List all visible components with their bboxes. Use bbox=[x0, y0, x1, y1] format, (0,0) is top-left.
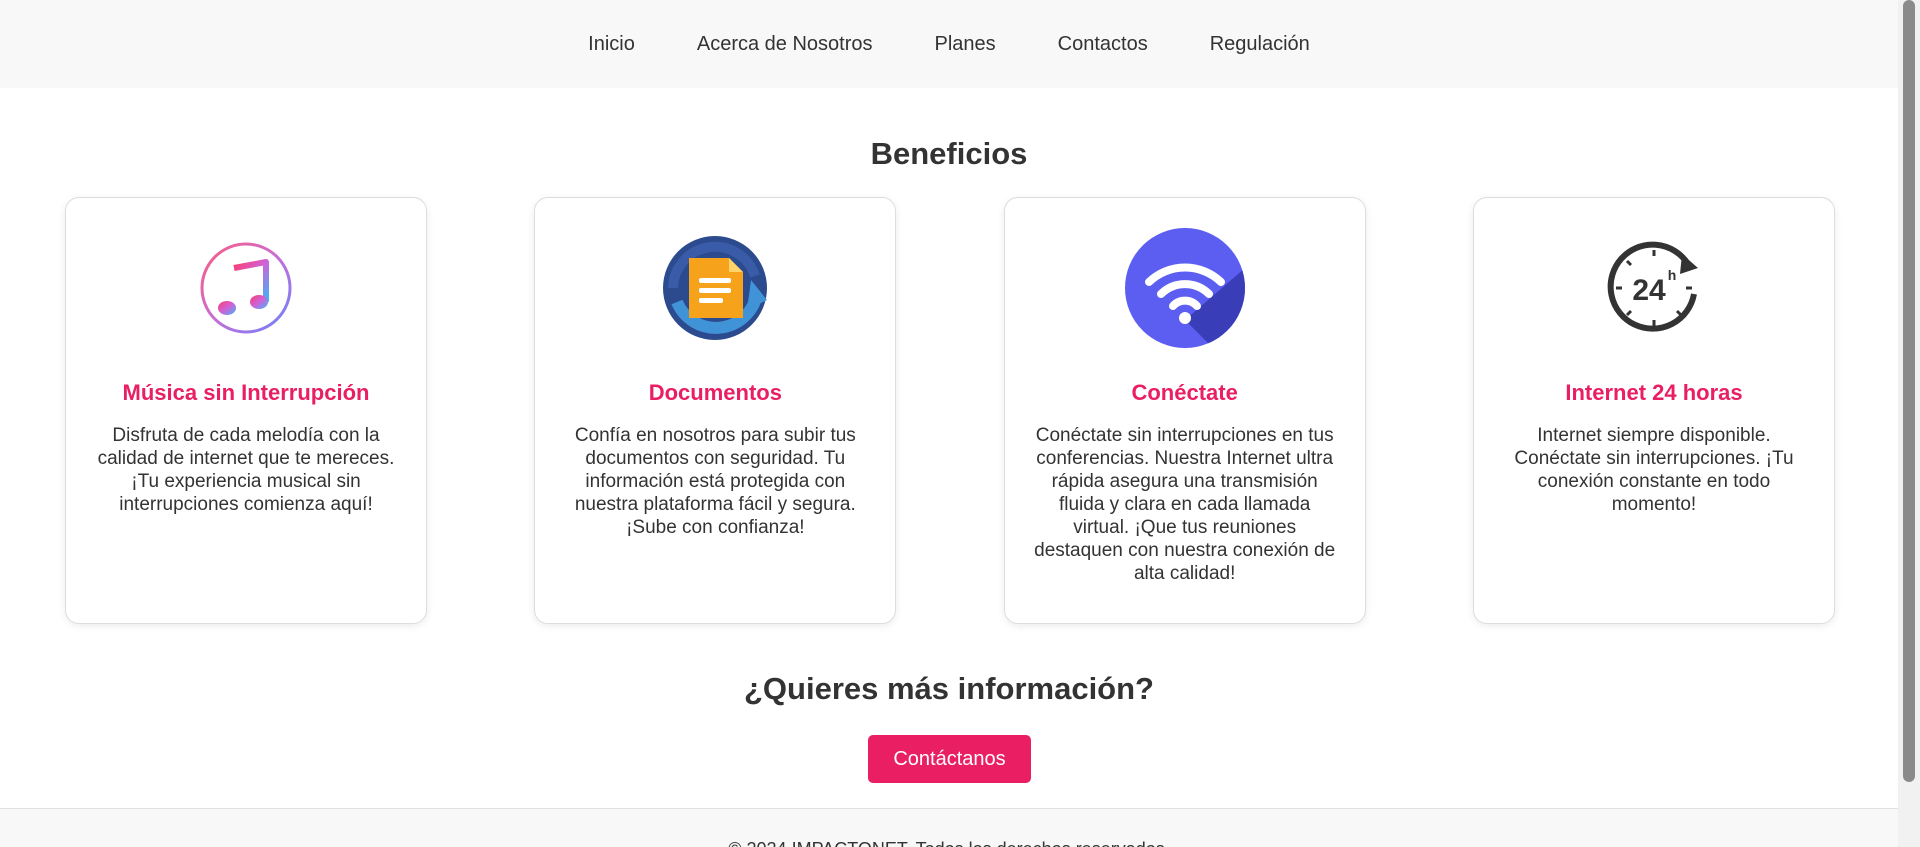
nav-item-inicio[interactable]: Inicio bbox=[588, 34, 635, 54]
nav-item-contactos[interactable]: Contactos bbox=[1058, 34, 1148, 54]
document-upload-icon bbox=[663, 236, 768, 340]
wifi-icon bbox=[1124, 228, 1245, 348]
clock-24-label: 24 bbox=[1632, 274, 1666, 307]
footer-copyright: © 2024 IMPACTONET. Todos los derechos re… bbox=[0, 839, 1898, 847]
benefits-cards: Música sin Interrupción Disfruta de cada… bbox=[65, 197, 1835, 624]
benefit-card-text: Confía en nosotros para subir tus docume… bbox=[574, 425, 856, 538]
vertical-scrollbar[interactable] bbox=[1898, 0, 1920, 847]
cta-title: ¿Quieres más información? bbox=[744, 671, 1154, 706]
benefit-card-title: Documentos bbox=[648, 380, 782, 405]
benefit-card-text: Disfruta de cada melodía con la calidad … bbox=[97, 425, 395, 515]
benefit-card-music: Música sin Interrupción Disfruta de cada… bbox=[65, 197, 427, 624]
benefit-card-text: Internet siempre disponible. Conéctate s… bbox=[1514, 425, 1794, 515]
benefit-card-title: Internet 24 horas bbox=[1565, 380, 1743, 405]
page: Inicio Acerca de Nosotros Planes Contact… bbox=[0, 0, 1898, 847]
benefit-card-title: Música sin Interrupción bbox=[122, 380, 370, 405]
top-nav: Inicio Acerca de Nosotros Planes Contact… bbox=[0, 0, 1898, 88]
benefit-card-text: Conéctate sin interrupciones en tus conf… bbox=[1034, 425, 1336, 584]
scrollbar-thumb[interactable] bbox=[1903, 0, 1915, 782]
nav-item-planes[interactable]: Planes bbox=[935, 34, 996, 54]
benefit-card-connect: Conéctate Conéctate sin interrupciones e… bbox=[1003, 197, 1366, 624]
contact-button[interactable]: Contáctanos bbox=[868, 735, 1031, 783]
music-note-icon bbox=[200, 242, 292, 334]
nav-item-acerca-de-nosotros[interactable]: Acerca de Nosotros bbox=[697, 34, 873, 54]
footer: © 2024 IMPACTONET. Todos los derechos re… bbox=[0, 808, 1898, 847]
benefit-card-24h: 24 h Internet 24 horas Internet siempre … bbox=[1472, 197, 1835, 624]
benefits-title: Beneficios bbox=[870, 136, 1028, 171]
clock-h-label: h bbox=[1668, 267, 1677, 283]
benefit-card-title: Conéctate bbox=[1131, 380, 1238, 405]
benefit-card-documents: Documentos Confía en nosotros para subir… bbox=[534, 197, 897, 624]
clock-24h-icon: 24 h bbox=[1607, 241, 1698, 332]
nav-item-regulacion[interactable]: Regulación bbox=[1210, 34, 1310, 54]
